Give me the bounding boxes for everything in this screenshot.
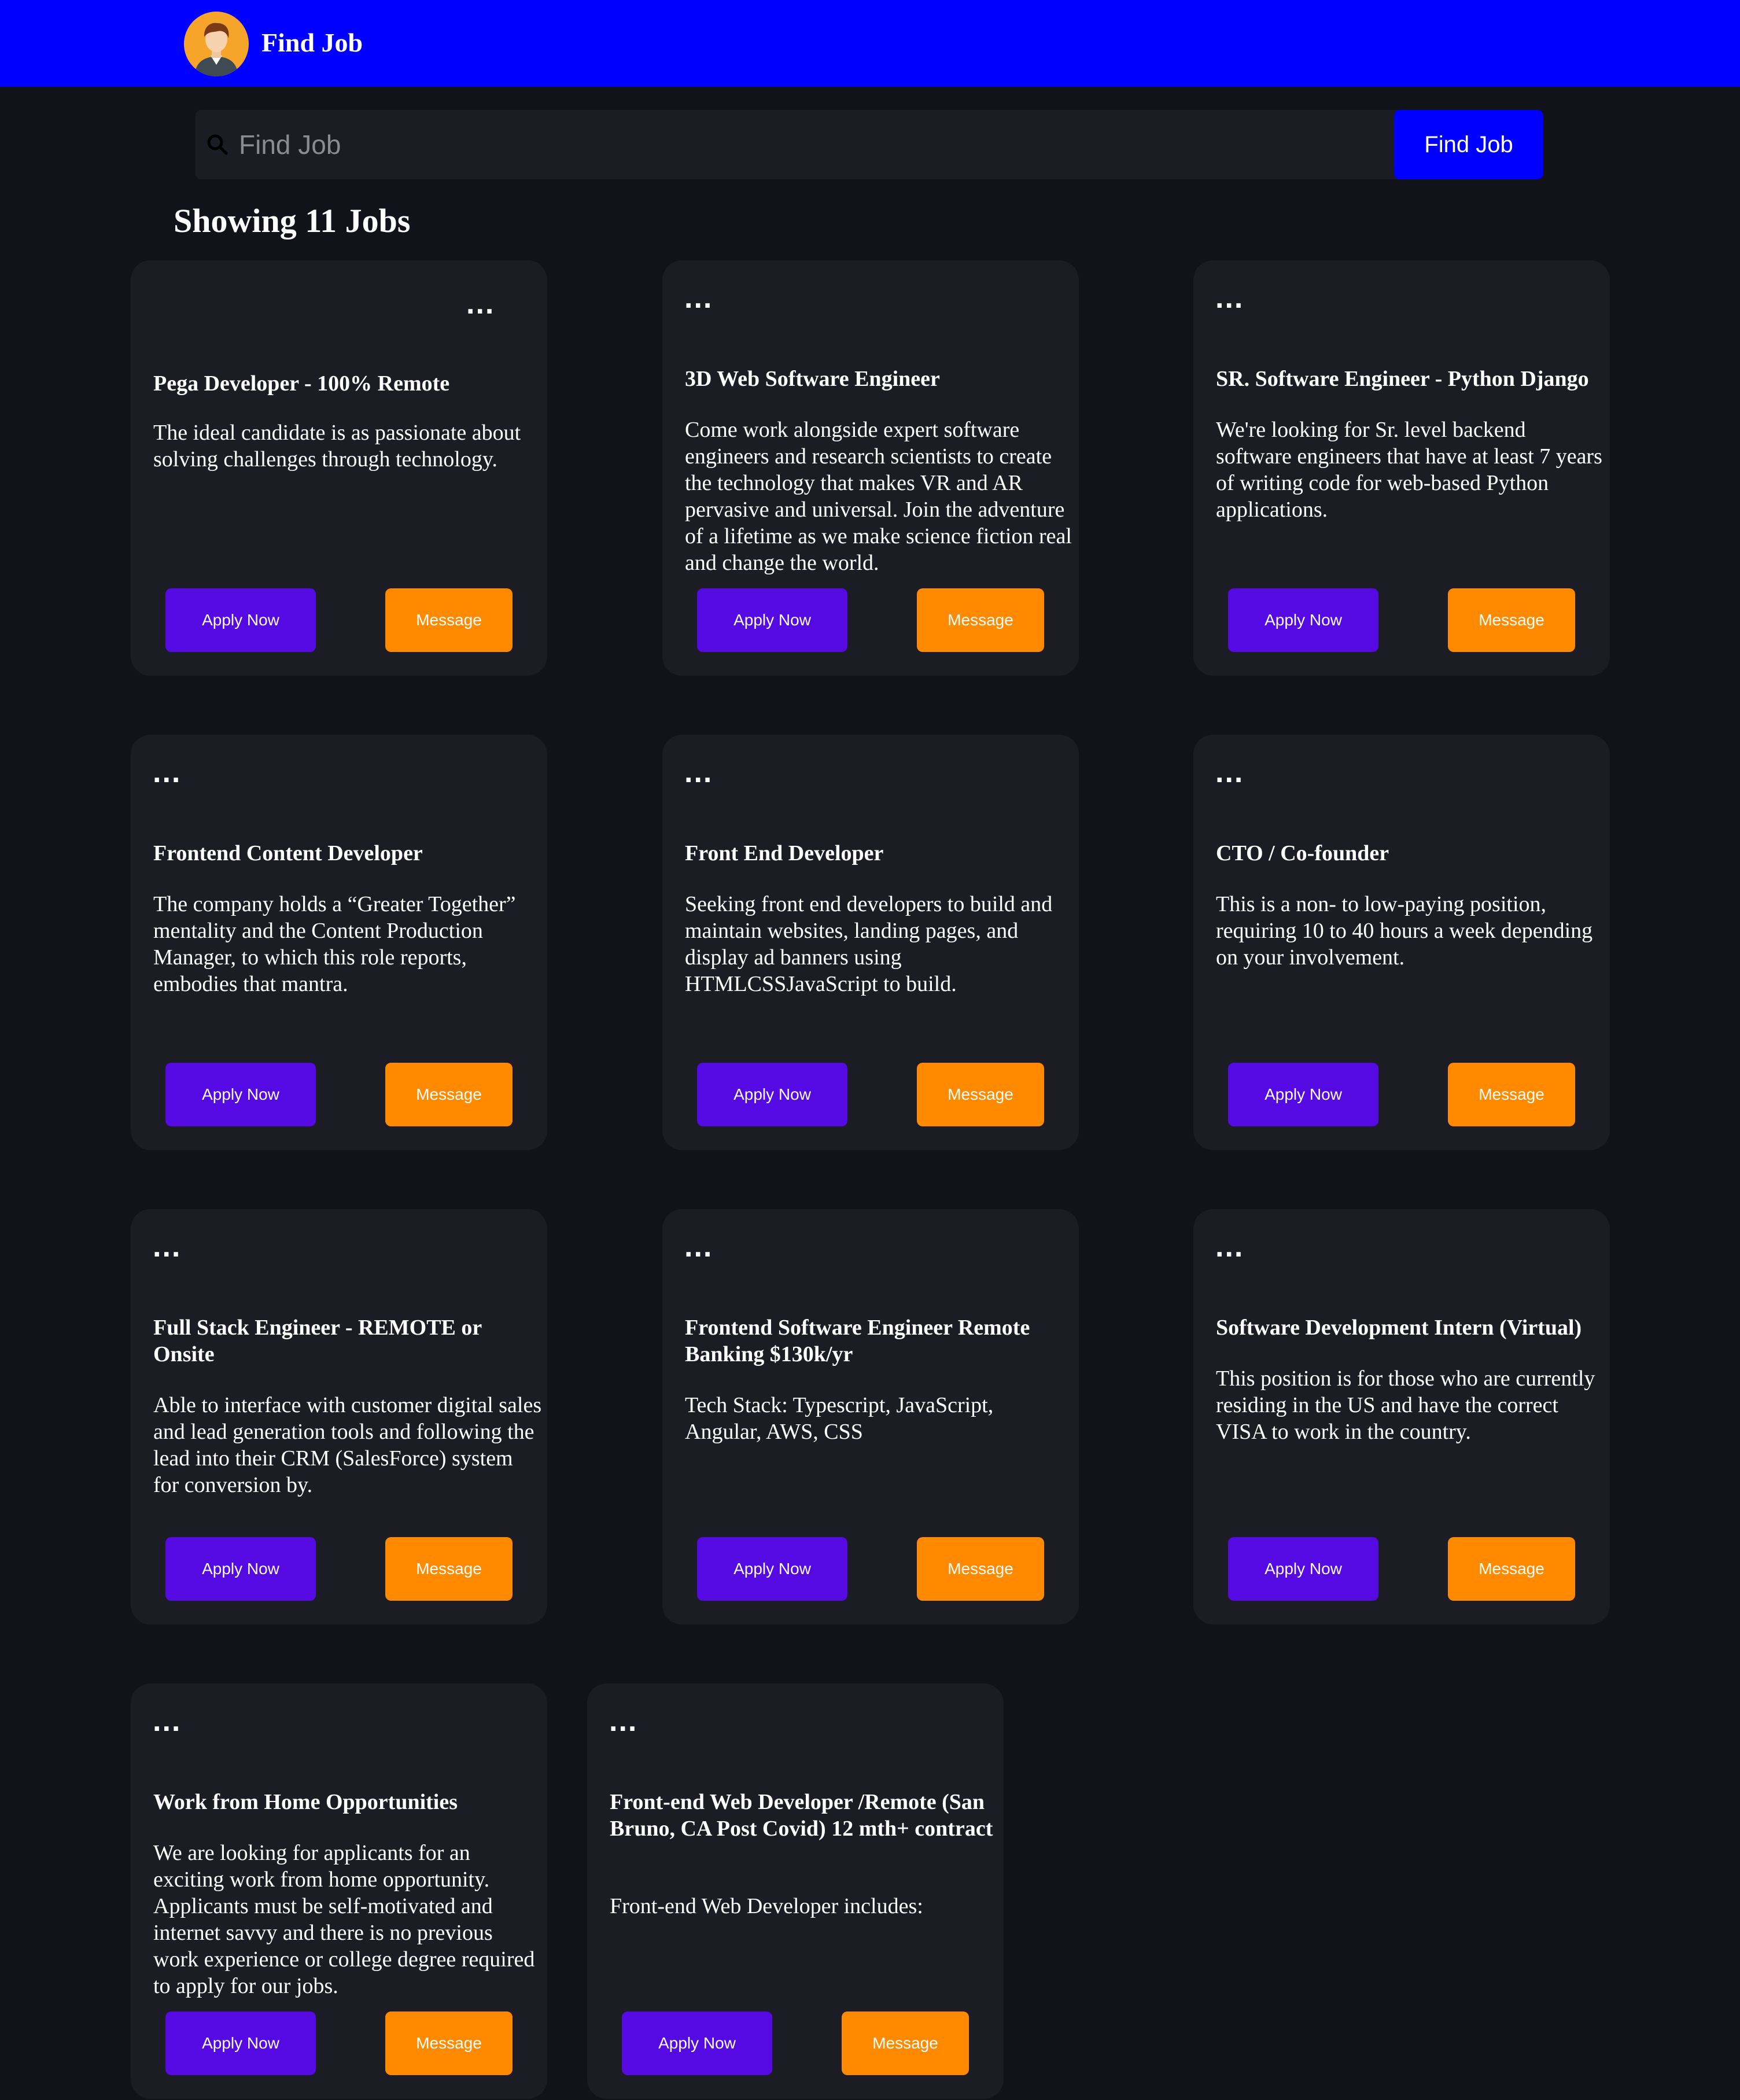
- job-card: ... CTO / Co-founder This is a non- to l…: [1193, 735, 1610, 1150]
- job-description: Able to interface with customer digital …: [153, 1393, 542, 1497]
- job-card: ... SR. Software Engineer - Python Djang…: [1193, 260, 1610, 676]
- job-description: Come work alongside expert software engi…: [685, 418, 1072, 575]
- job-description: We're looking for Sr. level backend soft…: [1216, 418, 1602, 522]
- search-input[interactable]: [239, 121, 1396, 168]
- job-description: We are looking for applicants for an exc…: [153, 1841, 535, 1998]
- apply-now-button[interactable]: Apply Now: [1228, 1537, 1378, 1601]
- job-card: ... Frontend Software Engineer Remote Ba…: [662, 1209, 1079, 1624]
- job-description: The company holds a “Greater Together” m…: [153, 892, 516, 996]
- job-title: Front End Developer: [685, 841, 884, 865]
- message-button[interactable]: Message: [917, 1537, 1044, 1601]
- apply-now-button[interactable]: Apply Now: [697, 1063, 847, 1126]
- message-button[interactable]: Message: [385, 588, 513, 652]
- apply-now-button[interactable]: Apply Now: [165, 2011, 316, 2075]
- find-job-button[interactable]: Find Job: [1394, 110, 1543, 179]
- message-button[interactable]: Message: [917, 588, 1044, 652]
- job-title: CTO / Co-founder: [1216, 841, 1389, 865]
- job-card: ... Front-end Web Developer /Remote (San…: [587, 1683, 1004, 2099]
- message-button[interactable]: Message: [917, 1063, 1044, 1126]
- message-button[interactable]: Message: [385, 1537, 513, 1601]
- job-description: Tech Stack: Typescript, JavaScript, Angu…: [685, 1393, 994, 1444]
- more-options-icon[interactable]: ...: [609, 1712, 637, 1736]
- apply-now-button[interactable]: Apply Now: [697, 1537, 847, 1601]
- results-count-heading: Showing 11 Jobs: [174, 202, 411, 240]
- brand-title[interactable]: Find Job: [261, 25, 363, 60]
- message-button[interactable]: Message: [385, 2011, 513, 2075]
- job-card: ... Front End Developer Seeking front en…: [662, 735, 1079, 1150]
- search-icon: [207, 134, 228, 155]
- more-options-icon[interactable]: ...: [466, 295, 495, 318]
- user-avatar-icon[interactable]: [184, 12, 249, 76]
- job-description: This is a non- to low-paying position, r…: [1216, 892, 1593, 970]
- job-title: Frontend Content Developer: [153, 841, 423, 865]
- more-options-icon[interactable]: ...: [684, 764, 713, 787]
- job-description: Seeking front end developers to build an…: [685, 892, 1053, 996]
- apply-now-button[interactable]: Apply Now: [165, 1063, 316, 1126]
- message-button[interactable]: Message: [1448, 1063, 1575, 1126]
- more-options-icon[interactable]: ...: [1215, 1238, 1244, 1261]
- top-header: Find Job: [0, 0, 1740, 87]
- avatar-illustration: [184, 12, 249, 76]
- job-title: Frontend Software Engineer Remote Bankin…: [685, 1316, 1030, 1366]
- job-title: Front-end Web Developer /Remote (San Bru…: [610, 1790, 993, 1841]
- apply-now-button[interactable]: Apply Now: [622, 2011, 772, 2075]
- message-button[interactable]: Message: [385, 1063, 513, 1126]
- job-description: The ideal candidate is as passionate abo…: [153, 421, 521, 471]
- job-description: Front-end Web Developer includes:: [610, 1894, 923, 1918]
- more-options-icon[interactable]: ...: [684, 289, 713, 312]
- job-title: Work from Home Opportunities: [153, 1790, 458, 1814]
- job-card: ... Frontend Content Developer The compa…: [131, 735, 547, 1150]
- job-title: 3D Web Software Engineer: [685, 367, 940, 391]
- job-title: Software Development Intern (Virtual): [1216, 1316, 1582, 1340]
- apply-now-button[interactable]: Apply Now: [697, 588, 847, 652]
- message-button[interactable]: Message: [1448, 588, 1575, 652]
- job-card: ... Software Development Intern (Virtual…: [1193, 1209, 1610, 1624]
- job-card: ... Work from Home Opportunities We are …: [131, 1683, 547, 2099]
- more-options-icon[interactable]: ...: [153, 764, 181, 787]
- message-button[interactable]: Message: [842, 2011, 969, 2075]
- apply-now-button[interactable]: Apply Now: [1228, 588, 1378, 652]
- job-title: Full Stack Engineer - REMOTE or Onsite: [153, 1316, 482, 1366]
- job-title: Pega Developer - 100% Remote: [153, 371, 450, 396]
- more-options-icon[interactable]: ...: [1215, 289, 1244, 312]
- search-bar: Find Job: [196, 110, 1543, 179]
- job-card: ... 3D Web Software Engineer Come work a…: [662, 260, 1079, 676]
- more-options-icon[interactable]: ...: [684, 1238, 713, 1261]
- job-title: SR. Software Engineer - Python Django: [1216, 367, 1589, 391]
- message-button[interactable]: Message: [1448, 1537, 1575, 1601]
- job-card: ... Pega Developer - 100% Remote The ide…: [131, 260, 547, 676]
- more-options-icon[interactable]: ...: [1215, 764, 1244, 787]
- apply-now-button[interactable]: Apply Now: [165, 588, 316, 652]
- more-options-icon[interactable]: ...: [153, 1712, 181, 1736]
- job-description: This position is for those who are curre…: [1216, 1366, 1595, 1444]
- apply-now-button[interactable]: Apply Now: [1228, 1063, 1378, 1126]
- app: Find Job Find Job Showing 11 Jobs ... Pe…: [0, 0, 1740, 2100]
- apply-now-button[interactable]: Apply Now: [165, 1537, 316, 1601]
- job-card: ... Full Stack Engineer - REMOTE or Onsi…: [131, 1209, 547, 1624]
- more-options-icon[interactable]: ...: [153, 1238, 181, 1261]
